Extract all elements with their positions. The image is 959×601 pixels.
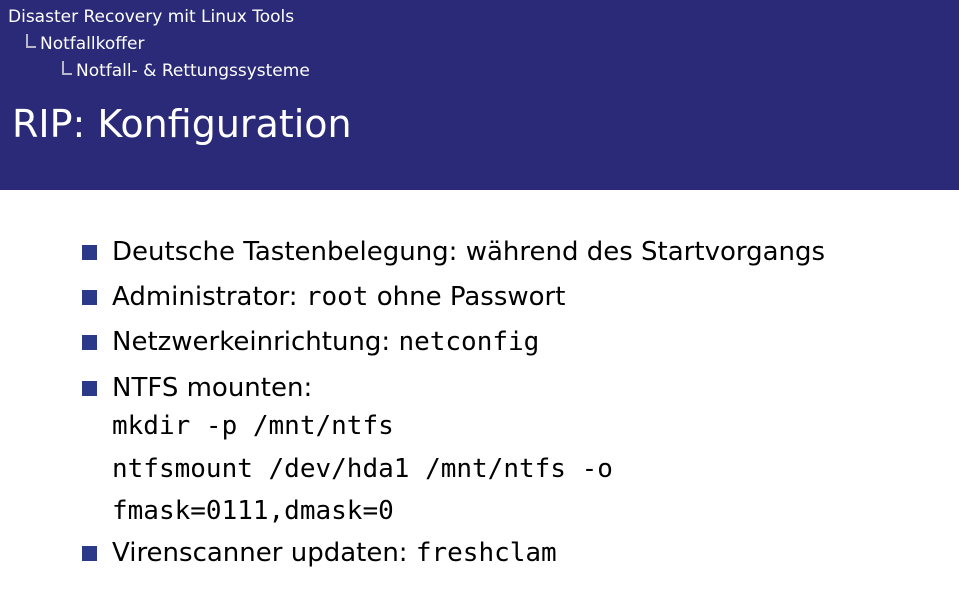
code-line: fmask=0111,dmask=0 (112, 493, 899, 529)
slide-content: Deutsche Tastenbelegung: während des Sta… (0, 190, 959, 601)
bullet-icon (82, 290, 97, 305)
code-line: mkdir -p /mnt/ntfs (112, 408, 899, 444)
breadcrumb-level-2: Notfall- & Rettungssysteme (0, 58, 959, 91)
breadcrumb-level-1: Notfallkoffer (0, 31, 959, 58)
breadcrumb-text-1: Notfallkoffer (40, 31, 144, 58)
bullet-suffix: ohne Passwort (368, 282, 565, 312)
list-item: Virenscanner updaten: freshclam (82, 535, 899, 571)
breadcrumb: Disaster Recovery mit Linux Tools Notfal… (0, 0, 959, 92)
breadcrumb-text-2: Notfall- & Rettungssysteme (76, 58, 310, 85)
list-item: NTFS mounten: (82, 370, 899, 406)
breadcrumb-level-0: Disaster Recovery mit Linux Tools (0, 0, 959, 31)
bullet-text: Virenscanner updaten: freshclam (112, 535, 899, 571)
corner-icon (26, 34, 36, 48)
bullet-icon (82, 381, 97, 396)
bullet-text: Netzwerkeinrichtung: netconfig (112, 324, 899, 360)
bullet-text: Administrator: root ohne Passwort (112, 279, 899, 315)
bullet-icon (82, 335, 97, 350)
corner-icon (62, 61, 72, 75)
page-title: RIP: Konfiguration (12, 102, 947, 146)
bullet-text: NTFS mounten: (112, 370, 899, 406)
breadcrumb-text-0: Disaster Recovery mit Linux Tools (8, 4, 294, 31)
bullet-prefix: Administrator: (112, 282, 306, 312)
bullet-icon (82, 245, 97, 260)
bullet-code: root (306, 282, 369, 312)
bullet-icon (82, 546, 97, 561)
bullet-prefix: Virenscanner updaten: (112, 538, 416, 568)
bullet-code: netconfig (398, 327, 539, 357)
title-block: RIP: Konfiguration (0, 92, 959, 190)
bullet-text: Deutsche Tastenbelegung: während des Sta… (112, 234, 899, 270)
code-line: ntfsmount /dev/hda1 /mnt/ntfs -o (112, 451, 899, 487)
bullet-prefix: Netzwerkeinrichtung: (112, 327, 398, 357)
bullet-code: freshclam (416, 538, 557, 568)
list-item: Deutsche Tastenbelegung: während des Sta… (82, 234, 899, 270)
list-item: Administrator: root ohne Passwort (82, 279, 899, 315)
list-item: Netzwerkeinrichtung: netconfig (82, 324, 899, 360)
